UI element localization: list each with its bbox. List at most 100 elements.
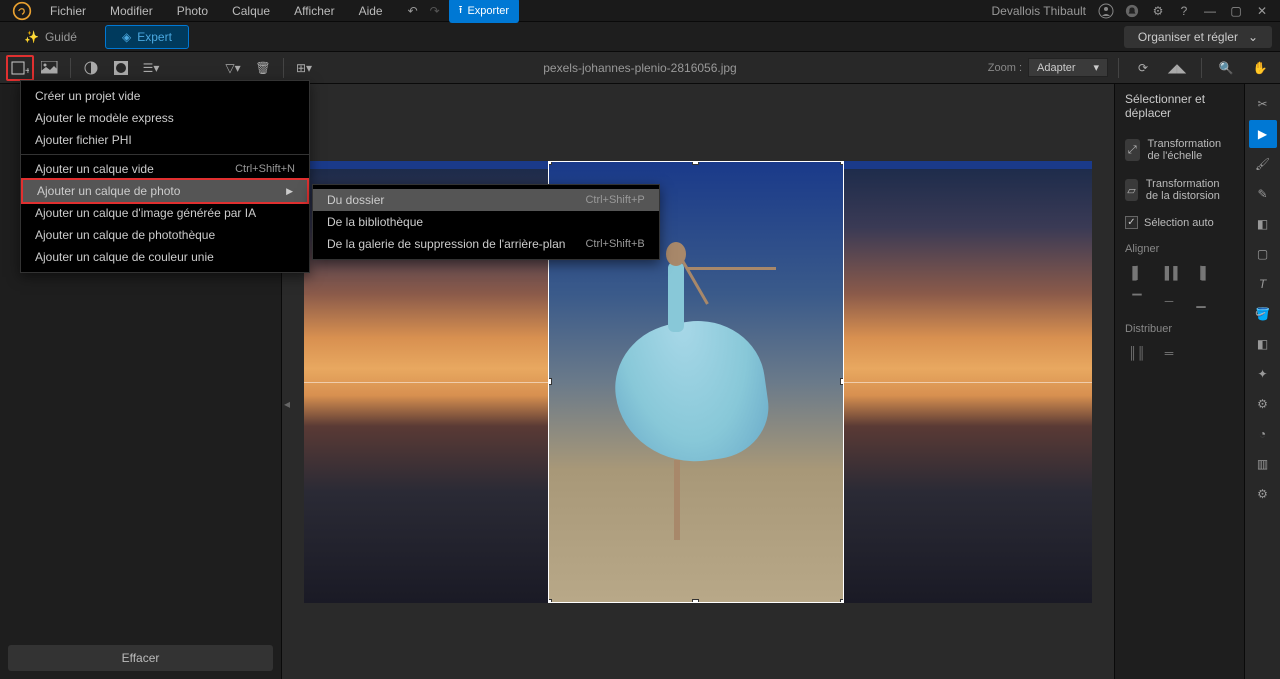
zoom-tool[interactable]: 🔍: [1212, 55, 1240, 81]
histogram-tool[interactable]: ▥: [1249, 450, 1277, 478]
handle-br[interactable]: [840, 599, 844, 603]
scale-icon: ⤢: [1125, 139, 1140, 161]
align-top[interactable]: ▔: [1125, 291, 1149, 311]
help-icon[interactable]: ?: [1174, 1, 1194, 21]
properties-panel: Sélectionner et déplacer ⤢ Transformatio…: [1114, 84, 1244, 679]
crop-tool[interactable]: ✂: [1249, 90, 1277, 118]
image-add-button[interactable]: [36, 55, 64, 81]
menu-view[interactable]: Afficher: [284, 2, 344, 20]
auto-select-checkbox[interactable]: Sélection auto: [1125, 210, 1234, 235]
clear-button[interactable]: Effacer: [8, 645, 273, 671]
brush-tool[interactable]: 🖌: [1249, 150, 1277, 178]
redo-icon[interactable]: ↷: [425, 1, 445, 21]
shape-tool[interactable]: ▢: [1249, 240, 1277, 268]
zoom-value: Adapter: [1037, 62, 1076, 74]
distort-icon: ▱: [1125, 179, 1138, 201]
ctx-add-solid-layer[interactable]: Ajouter un calque de couleur unie: [21, 246, 309, 268]
gear-icon[interactable]: ⚙: [1148, 1, 1168, 21]
undo-icon[interactable]: ↶: [403, 1, 423, 21]
filter-tool[interactable]: ▽▾: [219, 55, 247, 81]
minimize-icon[interactable]: —: [1200, 1, 1220, 21]
handle-bl[interactable]: [548, 599, 552, 603]
ctx-add-empty-layer[interactable]: Ajouter un calque videCtrl+Shift+N: [21, 158, 309, 180]
handle-tl[interactable]: [548, 161, 552, 165]
menubar: Fichier Modifier Photo Calque Afficher A…: [0, 0, 1280, 22]
submenu: Du dossierCtrl+Shift+P De la bibliothèqu…: [312, 184, 660, 260]
align-left[interactable]: ▐▏: [1125, 263, 1149, 283]
align-bottom[interactable]: ▁: [1189, 291, 1213, 311]
submenu-arrow-icon: ▶: [286, 186, 293, 197]
maximize-icon[interactable]: ▢: [1226, 1, 1246, 21]
modebar: ✨ Guidé ◈ Expert Organiser et régler ⌄: [0, 22, 1280, 52]
handle-ml[interactable]: [548, 378, 552, 385]
pencil-tool[interactable]: ✎: [1249, 180, 1277, 208]
zoom-select[interactable]: Adapter ▾: [1028, 58, 1108, 77]
tool-strip: ✂ ▶ 🖌 ✎ ◧ ▢ T 🪣 ◧ ✦ ⚙ ◔ ▥ ⚙: [1244, 84, 1280, 679]
distribute-label: Distribuer: [1125, 315, 1234, 339]
handle-mr[interactable]: [840, 378, 844, 385]
wand-icon: ✨: [24, 30, 39, 44]
transform-scale-row[interactable]: ⤢ Transformation de l'échelle: [1125, 130, 1234, 170]
invert-mask-tool[interactable]: [107, 55, 135, 81]
rotate-button[interactable]: ⟳: [1129, 55, 1157, 81]
menu-file[interactable]: Fichier: [40, 2, 96, 20]
chevron-down-icon: ⌄: [1248, 30, 1258, 44]
canvas-area: ◂: [282, 84, 1114, 679]
organize-button[interactable]: Organiser et régler ⌄: [1124, 26, 1272, 48]
svg-text:+: +: [25, 66, 29, 76]
close-icon[interactable]: ✕: [1252, 1, 1272, 21]
align-center-v[interactable]: ─: [1157, 291, 1181, 311]
mask-tool[interactable]: [77, 55, 105, 81]
export-button[interactable]: ⭱ Exporter: [449, 0, 519, 23]
transform-distort-label: Transformation de la distorsion: [1146, 178, 1234, 202]
menu-help[interactable]: Aide: [349, 2, 393, 20]
ctx-add-photo-layer[interactable]: Ajouter un calque de photo▶: [21, 178, 309, 204]
flip-button[interactable]: ◢◣: [1163, 55, 1191, 81]
fill-tool[interactable]: 🪣: [1249, 300, 1277, 328]
user-icon[interactable]: [1096, 1, 1116, 21]
hand-tool[interactable]: ✋: [1246, 55, 1274, 81]
transform-distort-row[interactable]: ▱ Transformation de la distorsion: [1125, 170, 1234, 210]
handle-tm[interactable]: [692, 161, 699, 165]
ctx-add-express[interactable]: Ajouter le modèle express: [21, 107, 309, 129]
menu-layer[interactable]: Calque: [222, 2, 280, 20]
settings-tool[interactable]: ⚙: [1249, 480, 1277, 508]
clock-tool[interactable]: ◔: [1249, 420, 1277, 448]
submenu-from-folder[interactable]: Du dossierCtrl+Shift+P: [313, 189, 659, 211]
ctx-add-ai-layer[interactable]: Ajouter un calque d'image générée par IA: [21, 202, 309, 224]
filename-label: pexels-johannes-plenio-2816056.jpg: [543, 61, 736, 75]
export-label: Exporter: [467, 5, 509, 17]
sparkle-tool[interactable]: ✦: [1249, 360, 1277, 388]
app-logo: [8, 2, 36, 20]
trash-button[interactable]: 🗑: [249, 55, 277, 81]
mode-guided[interactable]: ✨ Guidé: [8, 26, 93, 48]
grid-tool[interactable]: ⊞▾: [290, 55, 318, 81]
submenu-from-library[interactable]: De la bibliothèque: [313, 211, 659, 233]
panel-title: Sélectionner et déplacer: [1125, 92, 1234, 130]
project-add-button[interactable]: +: [6, 55, 34, 81]
handle-bm[interactable]: [692, 599, 699, 603]
bell-icon[interactable]: [1122, 1, 1142, 21]
list-tool[interactable]: ☰▾: [137, 55, 165, 81]
submenu-from-bgremoval[interactable]: De la galerie de suppression de l'arrièr…: [313, 233, 659, 255]
menu-photo[interactable]: Photo: [167, 2, 218, 20]
align-center-h[interactable]: ▐▐: [1157, 263, 1181, 283]
eraser-tool[interactable]: ◧: [1249, 210, 1277, 238]
mode-expert[interactable]: ◈ Expert: [105, 25, 189, 49]
text-tool[interactable]: T: [1249, 270, 1277, 298]
zoom-label: Zoom :: [988, 62, 1022, 74]
sliders-tool[interactable]: ⚙: [1249, 390, 1277, 418]
expand-handle[interactable]: ◂: [282, 382, 292, 426]
handle-tr[interactable]: [840, 161, 844, 165]
move-tool[interactable]: ▶: [1249, 120, 1277, 148]
ctx-add-library-layer[interactable]: Ajouter un calque de photothèque: [21, 224, 309, 246]
mode-guided-label: Guidé: [45, 30, 77, 44]
distribute-v[interactable]: ═: [1157, 343, 1181, 363]
ctx-add-phi[interactable]: Ajouter fichier PHI: [21, 129, 309, 151]
ctx-create-empty[interactable]: Créer un projet vide: [21, 85, 309, 107]
align-right[interactable]: ▕▌: [1189, 263, 1213, 283]
align-label: Aligner: [1125, 235, 1234, 259]
menu-edit[interactable]: Modifier: [100, 2, 163, 20]
distribute-h[interactable]: ║║: [1125, 343, 1149, 363]
gradient-tool[interactable]: ◧: [1249, 330, 1277, 358]
